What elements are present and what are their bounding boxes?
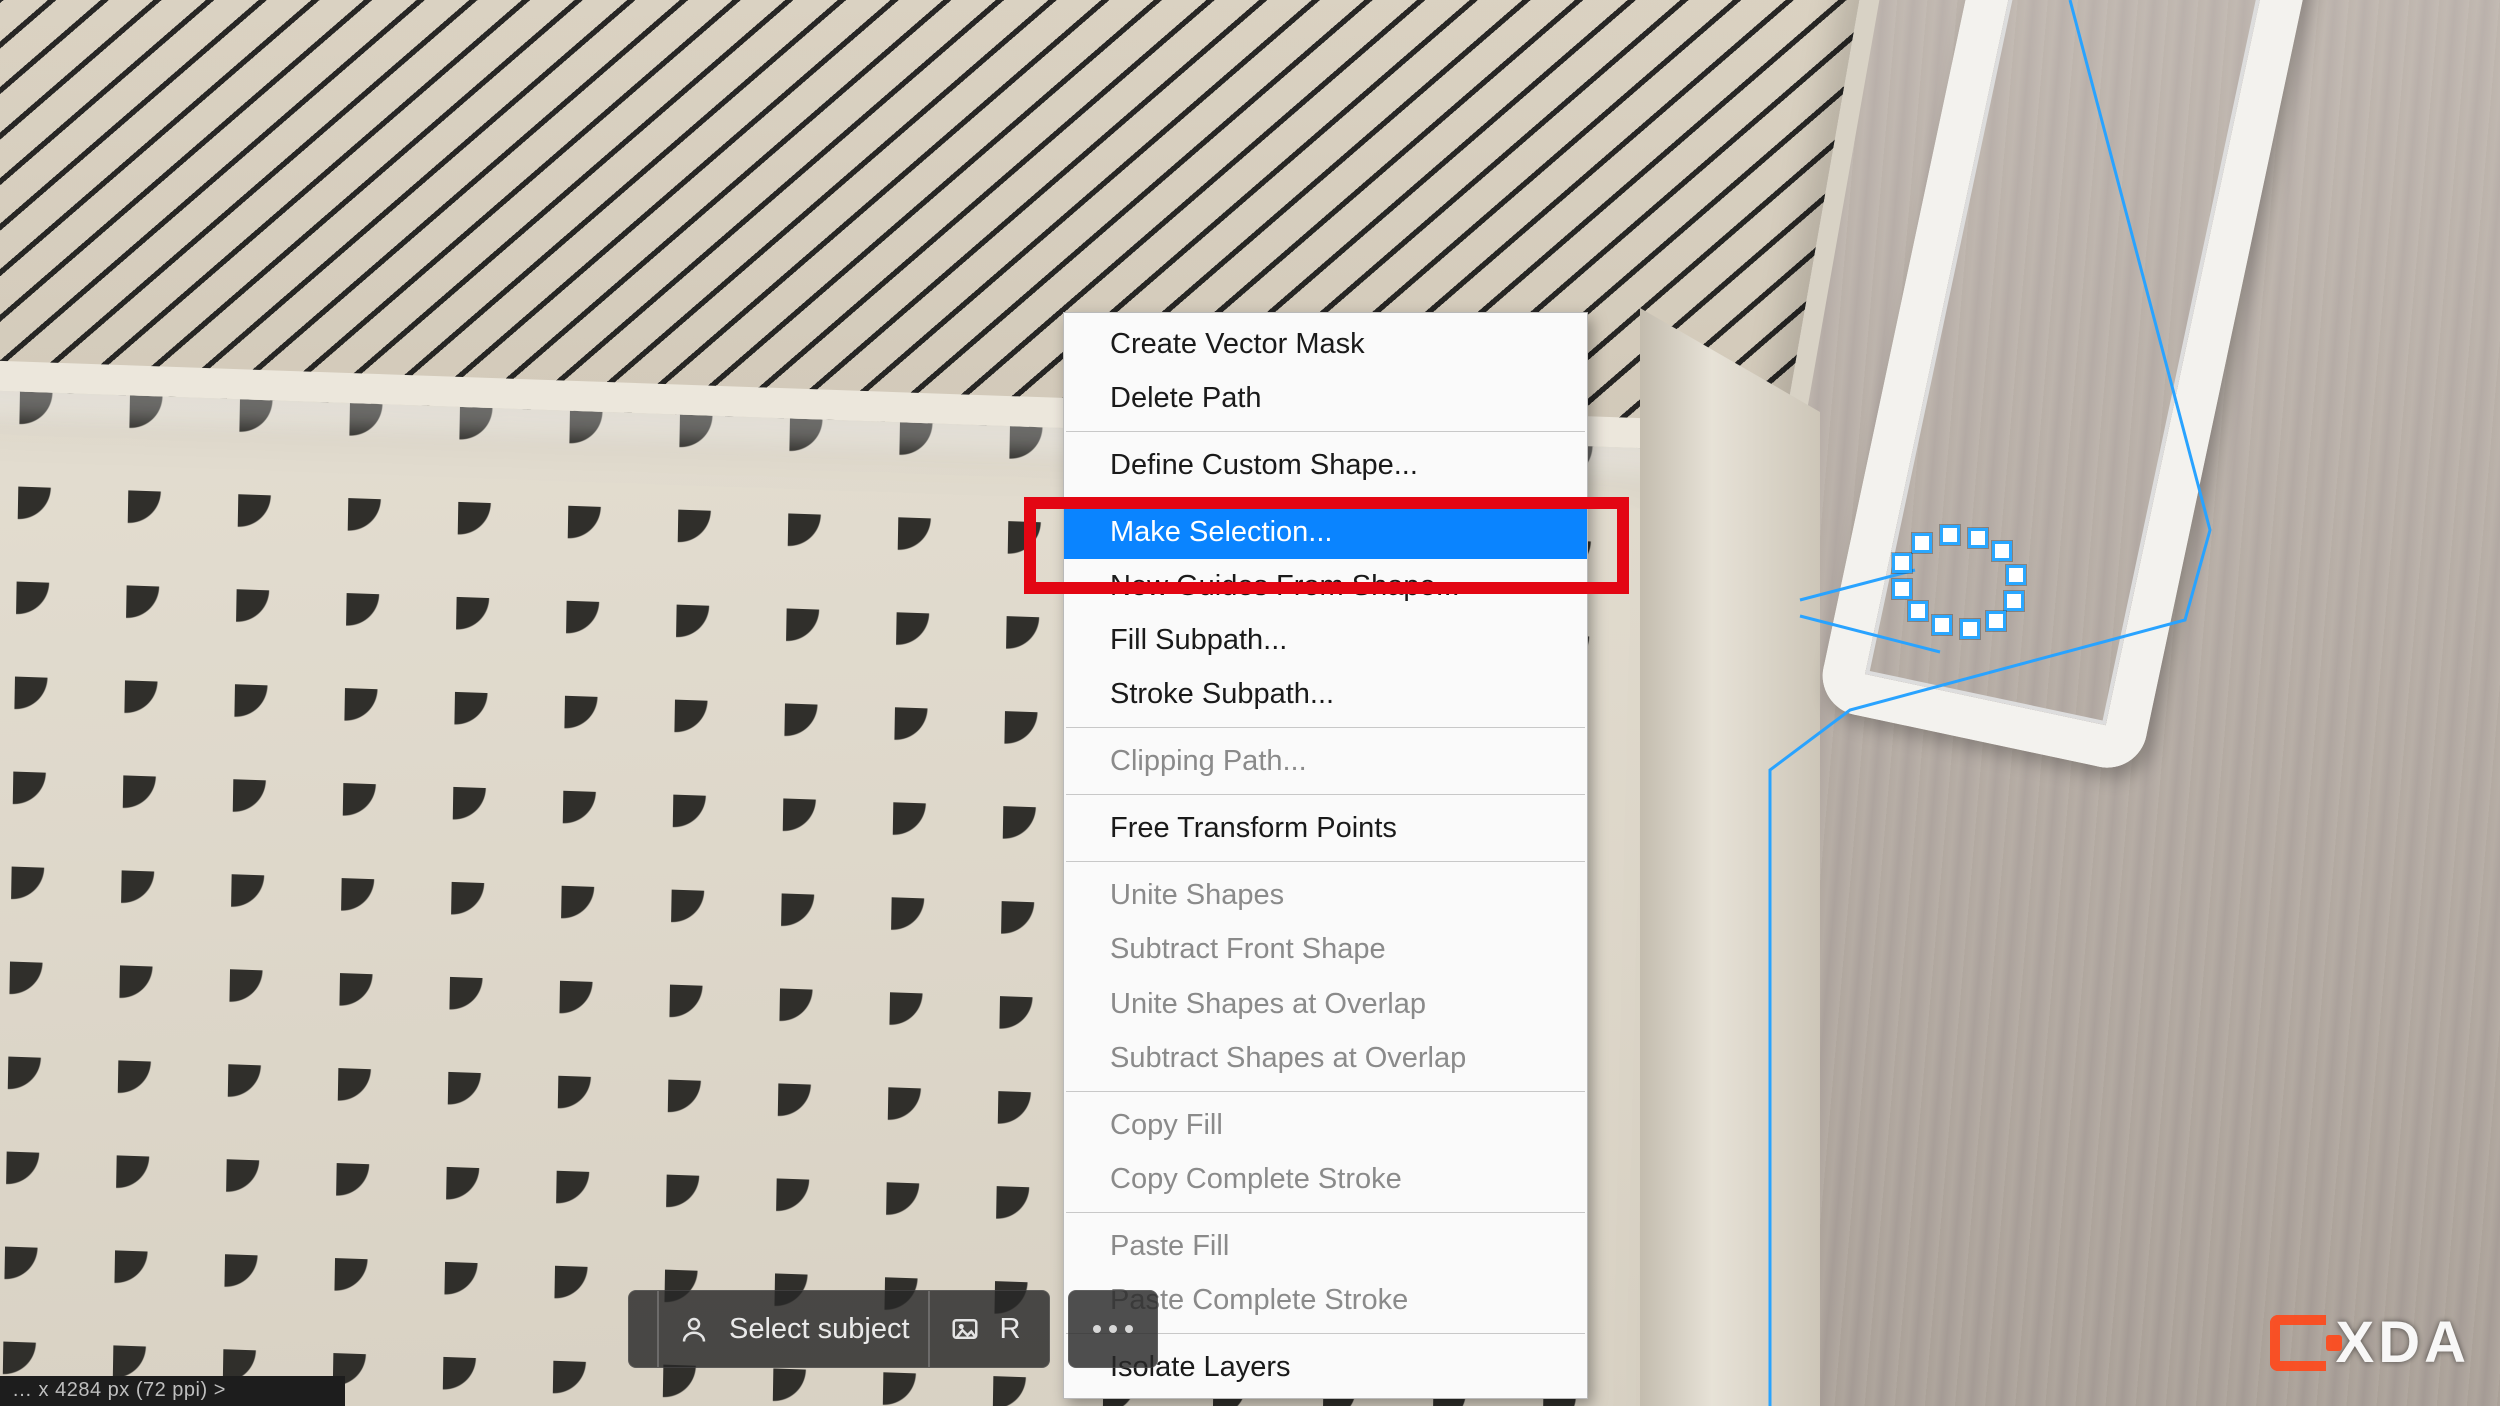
document-dimensions: … x 4284 px (72 ppi) > <box>12 1379 226 1401</box>
menu-item-define-custom-shape[interactable]: Define Custom Shape... <box>1064 438 1587 492</box>
menu-separator <box>1066 1212 1585 1213</box>
menu-item-unite-shapes-at-overlap: Unite Shapes at Overlap <box>1064 977 1587 1031</box>
more-options-button[interactable] <box>1068 1290 1158 1368</box>
menu-item-new-guides-from-shape[interactable]: New Guides From Shape... <box>1064 559 1587 613</box>
menu-separator <box>1066 498 1585 499</box>
menu-item-create-vector-mask[interactable]: Create Vector Mask <box>1064 317 1587 371</box>
case-side-edge <box>1640 308 1820 1406</box>
menu-item-subtract-front-shape: Subtract Front Shape <box>1064 922 1587 976</box>
menu-separator <box>1066 727 1585 728</box>
menu-item-paste-fill: Paste Fill <box>1064 1219 1587 1273</box>
menu-separator <box>1066 861 1585 862</box>
task-bar-group: Select subject R <box>628 1290 1050 1368</box>
remove-background-button-partial[interactable]: R <box>1000 1313 1021 1346</box>
more-icon <box>1093 1325 1133 1333</box>
menu-item-free-transform-points[interactable]: Free Transform Points <box>1064 801 1587 855</box>
contextual-task-bar: Select subject R <box>628 1290 1158 1368</box>
photoshop-canvas[interactable]: Create Vector Mask Delete Path Define Cu… <box>0 0 2500 1406</box>
select-subject-icon <box>677 1312 711 1346</box>
menu-item-copy-fill: Copy Fill <box>1064 1098 1587 1152</box>
status-bar: … x 4284 px (72 ppi) > <box>0 1376 345 1406</box>
menu-item-fill-subpath[interactable]: Fill Subpath... <box>1064 613 1587 667</box>
menu-item-subtract-shapes-at-overlap: Subtract Shapes at Overlap <box>1064 1031 1587 1085</box>
menu-separator <box>1066 431 1585 432</box>
xda-watermark: XDA <box>2270 1309 2470 1376</box>
menu-item-stroke-subpath[interactable]: Stroke Subpath... <box>1064 667 1587 721</box>
menu-separator <box>1066 1091 1585 1092</box>
toolbar-separator <box>928 1291 930 1367</box>
path-anchor-cluster[interactable] <box>1870 525 2030 635</box>
image-icon <box>948 1312 982 1346</box>
menu-item-clipping-path: Clipping Path... <box>1064 734 1587 788</box>
paths-context-menu: Create Vector Mask Delete Path Define Cu… <box>1063 312 1588 1399</box>
menu-item-copy-complete-stroke: Copy Complete Stroke <box>1064 1152 1587 1206</box>
drag-handle[interactable] <box>657 1291 659 1367</box>
menu-item-delete-path[interactable]: Delete Path <box>1064 371 1587 425</box>
menu-item-unite-shapes: Unite Shapes <box>1064 868 1587 922</box>
xda-bracket-icon <box>2270 1315 2326 1371</box>
menu-item-make-selection[interactable]: Make Selection... <box>1064 505 1587 559</box>
xda-text: XDA <box>2336 1309 2470 1376</box>
menu-separator <box>1066 794 1585 795</box>
select-subject-button[interactable]: Select subject <box>729 1313 910 1346</box>
